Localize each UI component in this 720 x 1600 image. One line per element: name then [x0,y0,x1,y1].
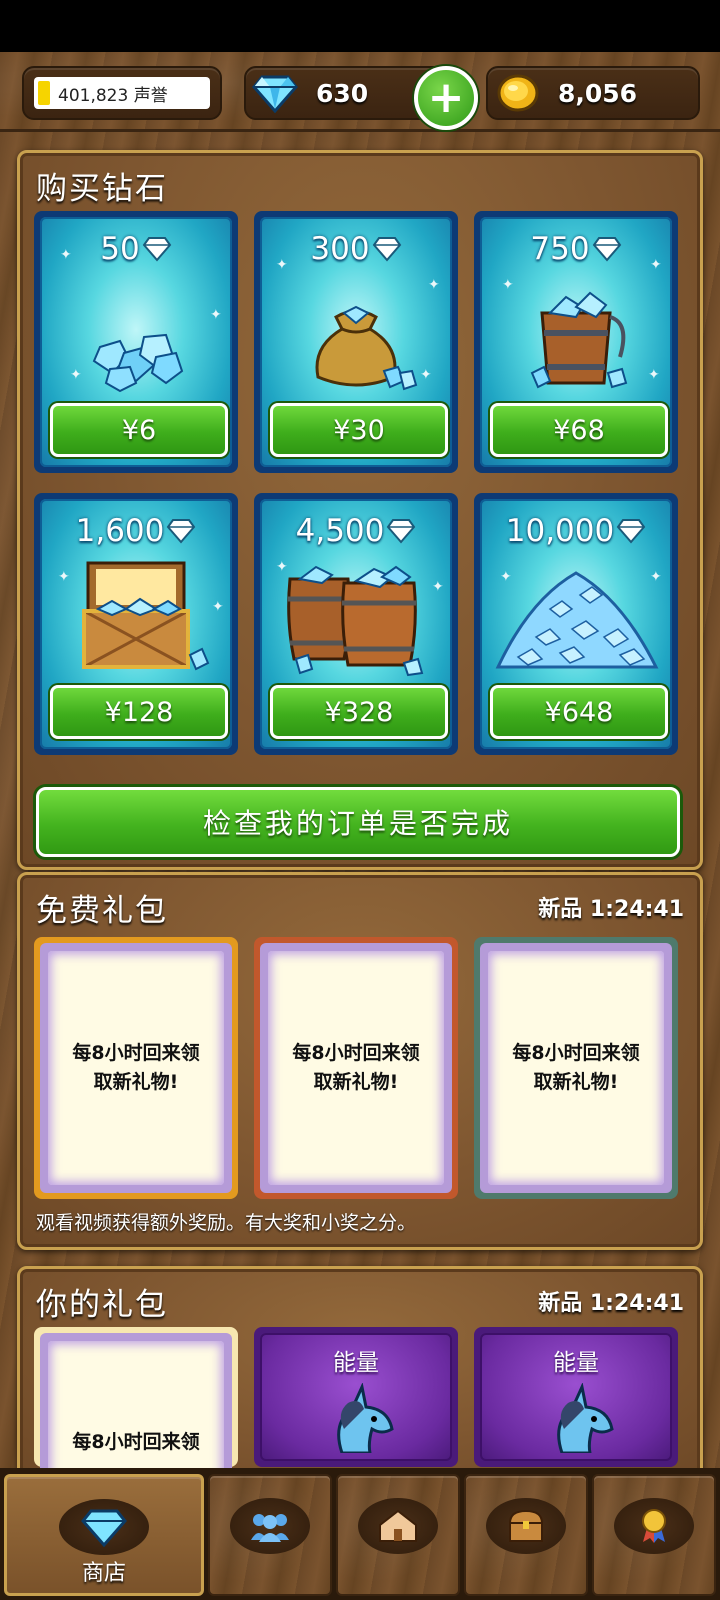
gift-card[interactable]: 每8小时回来领 取新礼物! [474,937,678,1199]
gift-card[interactable]: 每8小时回来领 取新礼物! [34,937,238,1199]
reputation-fill [38,81,50,105]
diamond-pile-small-icon [92,333,184,393]
resource-bar: 401,823 声誉 630 8,056 [0,52,720,132]
diamond-bucket-icon [530,291,628,389]
coin-display[interactable]: 8,056 [486,66,700,120]
diamond-sack-icon [315,305,418,391]
buy-button[interactable]: ¥6 [50,403,228,457]
nav-label: 商店 [81,1561,126,1586]
gift-timer: 新品 1:24:41 [538,897,684,922]
add-gems-button[interactable]: + [414,66,478,130]
diamond-icon [167,519,196,544]
energy-label: 能量 [333,1350,379,1376]
diamond-icon [387,519,416,544]
diamond-pack-1600[interactable]: ✦ ✦ 1,600 ¥128 [34,493,238,755]
coin-icon [497,74,539,112]
diamond-icon [592,237,621,262]
gift-text: 每8小时回来领 [72,1042,200,1064]
status-bar [0,0,720,52]
friends-icon [251,1514,289,1542]
reputation-value: 401,823 声誉 [58,85,168,106]
gift-text: 取新礼物! [93,1071,179,1093]
pack-amount: 4,500 [260,513,452,549]
energy-gift-card[interactable]: 能量 [254,1327,458,1467]
chest-icon [508,1509,544,1542]
buy-button[interactable]: ¥30 [270,403,448,457]
bottom-nav: 商店 [0,1468,720,1600]
diamond-icon [616,519,646,544]
buy-button[interactable]: ¥328 [270,685,448,739]
nav-friends[interactable] [208,1474,332,1596]
gift-text: 每8小时回来领 [72,1431,200,1453]
unicorn-icon [337,1383,394,1453]
panel-title: 你的礼包 [36,1287,168,1323]
pack-amount: 750 [480,231,672,267]
energy-label: 能量 [553,1350,599,1376]
pack-amount: 10,000 [480,513,672,549]
gift-text: 每8小时回来领 [292,1042,420,1064]
diamond-icon [142,237,171,262]
your-gifts-panel: 你的礼包 新品 1:24:41 每8小时回来领 能量 能量 [17,1266,703,1533]
your-gift-card[interactable]: 每8小时回来领 [34,1327,238,1533]
pack-amount: 50 [40,231,232,267]
achievements-icon [642,1509,666,1543]
reputation-display[interactable]: 401,823 声誉 [22,66,222,120]
buildings-icon [379,1509,417,1542]
shop-icon [81,1509,127,1547]
buy-button[interactable]: ¥648 [490,685,668,739]
nav-achievements[interactable] [592,1474,716,1596]
nav-buildings[interactable] [336,1474,460,1596]
diamond-pack-10000[interactable]: ✦ ✦ 10,000 ¥648 [474,493,678,755]
gift-card[interactable]: 每8小时回来领 取新礼物! [254,937,458,1199]
diamond-chest-icon [82,561,210,671]
diamond-mountain-icon [495,571,659,669]
diamond-pack-300[interactable]: ✦ ✦ ✦ 300 ¥30 [254,211,458,473]
nav-shop[interactable]: 商店 [4,1474,204,1596]
diamond-icon [252,75,298,113]
diamond-icon [372,237,401,262]
buy-diamonds-panel: 购买钻石 ✦ ✦ ✦ 50 ¥6 ✦ ✦ ✦ 300 ¥30 ✦ ✦ ✦ 750… [17,150,703,870]
check-orders-button[interactable]: 检查我的订单是否完成 [36,787,680,857]
diamond-pack-50[interactable]: ✦ ✦ ✦ 50 ¥6 [34,211,238,473]
coin-count: 8,056 [558,78,638,108]
nav-chest[interactable] [464,1474,588,1596]
pack-amount: 300 [260,231,452,267]
energy-gift-card[interactable]: 能量 [474,1327,678,1467]
diamond-barrels-icon [287,565,424,677]
panel-title: 免费礼包 [36,893,168,929]
gift-timer: 新品 1:24:41 [538,1291,684,1316]
buy-button[interactable]: ¥68 [490,403,668,457]
pack-amount: 1,600 [40,513,232,549]
diamond-pack-4500[interactable]: ✦ ✦ 4,500 ¥328 [254,493,458,755]
gem-count: 630 [316,78,369,108]
unicorn-icon [557,1383,614,1453]
gift-text: 取新礼物! [533,1071,619,1093]
gift-text: 每8小时回来领 [512,1042,640,1064]
gift-text: 取新礼物! [313,1071,399,1093]
panel-title: 购买钻石 [36,171,168,207]
shop-content[interactable]: 购买钻石 ✦ ✦ ✦ 50 ¥6 ✦ ✦ ✦ 300 ¥30 ✦ ✦ ✦ 750… [0,132,720,1533]
free-gifts-panel: 免费礼包 新品 1:24:41 每8小时回来领 取新礼物! 每8小时回来领 取新礼物… [17,872,703,1250]
buy-button[interactable]: ¥128 [50,685,228,739]
diamond-pack-750[interactable]: ✦ ✦ ✦ 750 ¥68 [474,211,678,473]
gift-note: 观看视频获得额外奖励。有大奖和小奖之分。 [36,1212,417,1234]
